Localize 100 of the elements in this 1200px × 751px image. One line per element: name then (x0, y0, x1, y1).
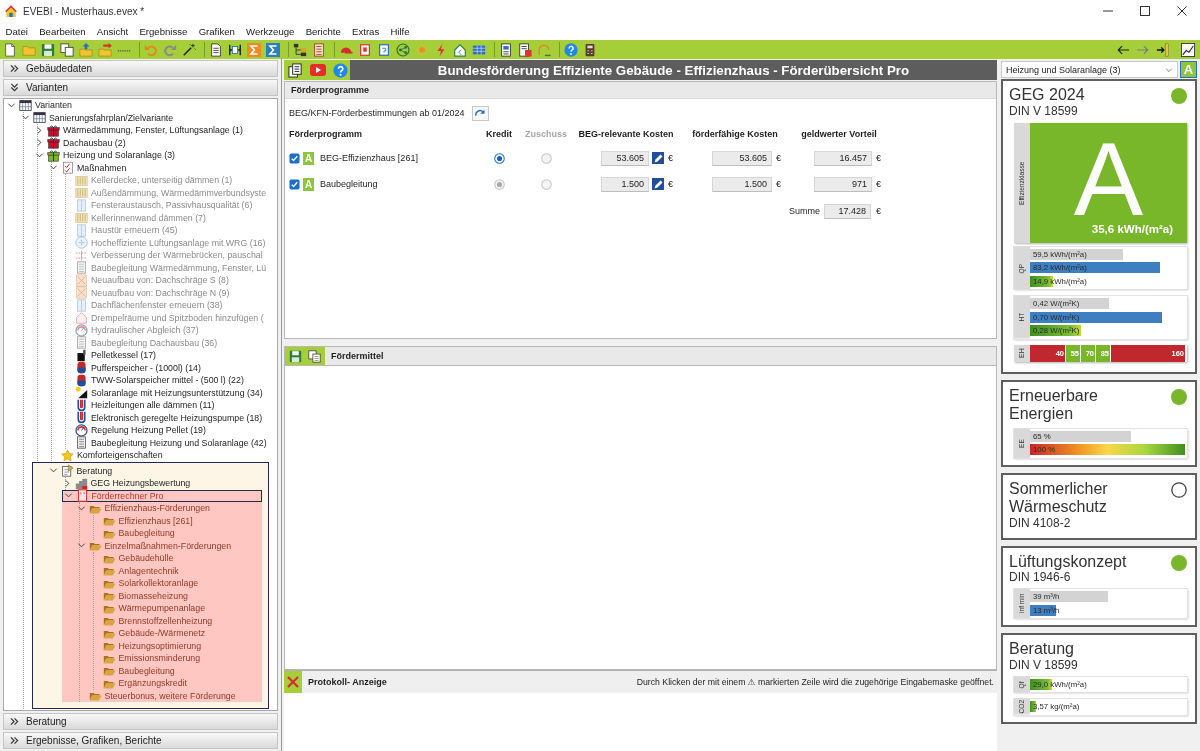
tree-item[interactable]: Gebäude-/Wärmenetz (89, 627, 209, 640)
radio-button[interactable] (493, 152, 505, 164)
line-chart-icon[interactable] (1181, 42, 1195, 57)
chevron-right-icon[interactable] (35, 125, 44, 135)
tree-item[interactable]: Baubegleitung (89, 664, 178, 677)
tree-item[interactable]: Effizienzhaus [261] (89, 514, 196, 527)
hatched-tile-icon (75, 273, 88, 287)
gauge-icon (75, 423, 88, 437)
tree-item[interactable]: Brennstoffzellenheizung (89, 614, 216, 627)
help-icon[interactable] (333, 62, 348, 78)
tree-item[interactable]: Biomasseheizung (89, 589, 191, 602)
folder-arrow-icon[interactable] (98, 42, 112, 57)
document-stamp-icon[interactable] (518, 42, 532, 57)
column-header: Förderprogramm (289, 128, 363, 141)
menu-item[interactable]: Ansicht (91, 25, 134, 37)
menu-item[interactable]: Grafiken (193, 25, 241, 37)
currency-label: € (776, 153, 781, 163)
tree-item[interactable]: Heizung und Solaranlage (3) (34, 149, 178, 162)
section-header[interactable]: Gebäudedaten (3, 60, 278, 77)
menu-item[interactable]: Werkzeuge (240, 25, 301, 37)
tree-item[interactable]: Solarkollektoranlage (89, 577, 202, 590)
document-icon[interactable] (209, 42, 223, 57)
class-badge: A (303, 177, 314, 191)
menu-item[interactable]: Extras (346, 25, 385, 37)
report-icon[interactable] (499, 42, 513, 57)
tree-item[interactable]: Anlagentechnik (89, 564, 182, 577)
tree-item[interactable]: Gebäudehülle (89, 552, 177, 565)
tree-item[interactable]: Maßnahmen (48, 161, 130, 174)
tree-item[interactable]: Komforteigenschaften (48, 449, 166, 462)
tree-item[interactable]: Steuerbonus, weitere Förderunge (75, 689, 239, 702)
chevron-right-icon[interactable] (35, 138, 44, 148)
note-icon[interactable] (377, 42, 391, 57)
list-icon[interactable] (312, 42, 326, 57)
tree-item[interactable]: Sanierungsfahrplan/Zielvariante (20, 111, 177, 124)
tree-item[interactable]: Baubegleitung (89, 527, 178, 540)
variant-dropdown[interactable]: Heizung und Solaranlage (3) (1001, 61, 1178, 78)
tree-item[interactable]: Solaranlage mit Heizungsunterstützung (34) (62, 386, 266, 399)
tree-item[interactable]: Varianten (6, 99, 75, 112)
tree-item[interactable]: TWW-Solarspeicher mittel - (500 l) (22) (62, 374, 247, 387)
checkbox[interactable] (289, 178, 300, 190)
save-icon[interactable] (41, 42, 55, 57)
tree-item[interactable]: Ergänzungskredit (89, 677, 190, 690)
currency-label: € (668, 153, 673, 163)
magic-wand-icon[interactable] (182, 42, 196, 57)
currency-label: € (668, 179, 673, 189)
tree-item[interactable]: Baubegleitung Heizung und Solaranlage (42) (62, 436, 270, 449)
tree-item[interactable]: Heizungsoptimierung (89, 639, 205, 652)
checkbox[interactable] (289, 152, 300, 164)
frame-icon[interactable] (358, 42, 372, 57)
tree-item[interactable]: GEG Heizungsbewertung (61, 477, 194, 490)
tree-item[interactable]: Einzelmaßnahmen-Förderungen (75, 539, 235, 552)
menu-item[interactable]: Bearbeiten (33, 25, 92, 37)
tank-icon (75, 361, 88, 375)
tree-item[interactable]: Beratung (47, 464, 116, 477)
stair-chart-icon (74, 476, 88, 490)
menu-item[interactable]: Datei (0, 25, 34, 37)
tree-item[interactable]: Wärmepumpenanlage (89, 602, 209, 615)
tree-item[interactable]: Heizleitungen alle dämmen (11) (62, 399, 218, 412)
edit-icon[interactable] (652, 178, 664, 190)
pipe-icon (75, 411, 88, 425)
new-document-icon[interactable] (3, 42, 17, 57)
sum-label: Summe (789, 206, 820, 216)
refresh-button[interactable] (471, 105, 489, 121)
arrow-into-bar-icon[interactable] (1156, 42, 1170, 57)
folder-arrow-icon[interactable] (79, 42, 93, 57)
amount-field: 17.428 (824, 203, 871, 219)
sigma-icon[interactable] (266, 42, 280, 57)
copy-icon[interactable] (60, 42, 74, 57)
menu-item[interactable]: Ergebnisse (133, 25, 194, 37)
copy-icon[interactable] (308, 349, 321, 363)
close-icon[interactable] (1176, 6, 1187, 16)
tree-diagram-icon[interactable] (293, 42, 307, 57)
tree-item[interactable]: Elektronisch geregelte Heizungspumpe (18) (62, 411, 266, 424)
house-icon[interactable] (453, 42, 467, 57)
tree-item[interactable]: Pelletkessel (17) (62, 349, 160, 362)
arch-icon[interactable] (537, 42, 551, 57)
tree-item[interactable]: Wärmedämmung, Fenster, Lüftungsanlage (1) (34, 124, 246, 137)
save-icon[interactable] (289, 349, 302, 363)
tree-item[interactable]: Förderrechner Pro (61, 489, 262, 502)
calculator-icon[interactable] (583, 42, 597, 57)
edit-icon[interactable] (652, 152, 664, 164)
play-button-icon[interactable] (310, 62, 326, 78)
tree-item[interactable]: Emissionsminderung (89, 652, 204, 665)
help-icon[interactable] (564, 42, 578, 57)
tree-item[interactable]: Dachausbau (2) (34, 136, 129, 149)
sigma-icon[interactable] (247, 42, 261, 57)
section-header[interactable]: Varianten (3, 79, 278, 96)
menu-item[interactable]: Berichte (300, 25, 347, 37)
cross-icon[interactable] (284, 671, 302, 693)
tree-item[interactable]: Effizienzhaus-Förderungen (75, 502, 213, 515)
section-header[interactable]: Beratung (3, 713, 278, 730)
bracket-icon[interactable] (228, 42, 242, 57)
tree-item[interactable]: Regelung Heizung Pellet (19) (62, 424, 209, 437)
tree-item[interactable]: Pufferspeicher - (1000l) (14) (62, 361, 204, 374)
section-header[interactable]: Ergebnisse, Grafiken, Berichte (3, 732, 278, 749)
maximize-icon[interactable] (1139, 6, 1150, 16)
network-icon[interactable] (396, 42, 410, 57)
document-icon (75, 261, 88, 275)
stacked-pages-icon[interactable] (288, 62, 303, 78)
menu-item[interactable]: Hilfe (384, 25, 416, 37)
